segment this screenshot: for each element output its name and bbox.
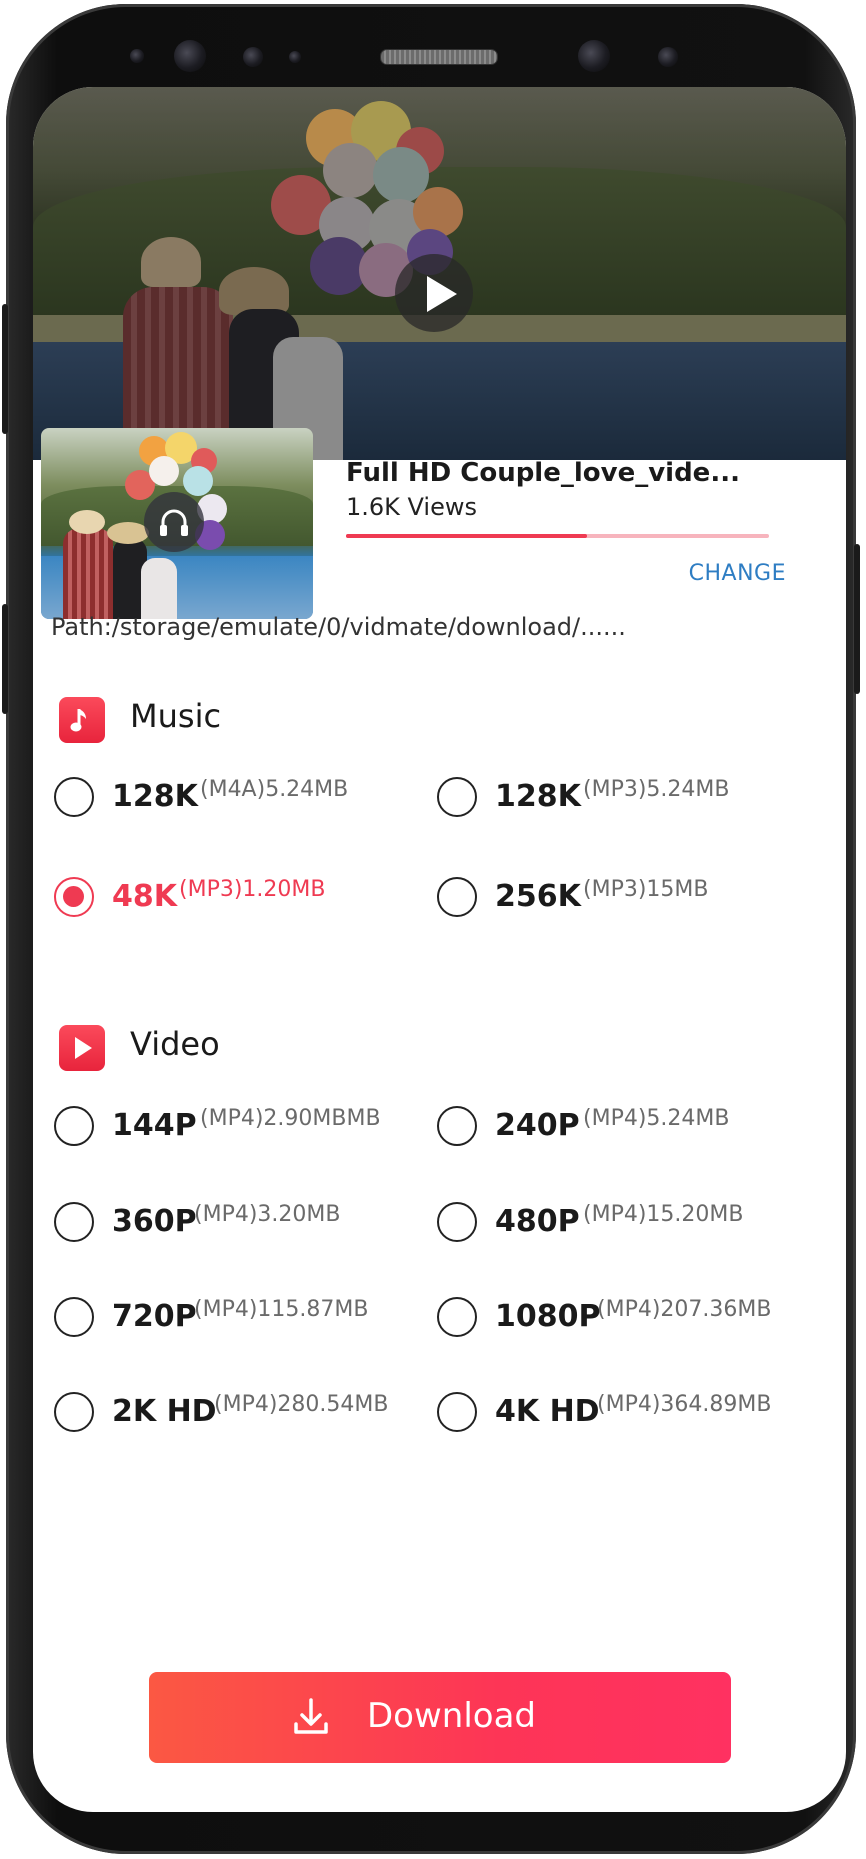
sensor-dot bbox=[130, 49, 144, 63]
music-note-icon bbox=[70, 709, 86, 732]
option-quality: 256K bbox=[495, 879, 581, 914]
iris-camera bbox=[578, 40, 610, 72]
headphones-icon bbox=[160, 509, 188, 536]
play-icon bbox=[427, 276, 457, 312]
radio-button-selected[interactable] bbox=[54, 877, 94, 917]
video-section-title: Video bbox=[130, 1025, 220, 1063]
download-icon bbox=[294, 1698, 328, 1734]
video-title: Full HD Couple_love_vide... bbox=[346, 458, 740, 488]
music-section-title: Music bbox=[130, 697, 222, 735]
music-option-256k-mp3[interactable]: 256K (MP3)15MB bbox=[437, 877, 767, 923]
app-screen: Full HD Couple_love_vide... 1.6K Views C… bbox=[33, 87, 846, 1812]
thumb-hat-man bbox=[69, 510, 105, 534]
hat-man bbox=[141, 237, 201, 287]
music-option-128k-mp3[interactable]: 128K (MP3)5.24MB bbox=[437, 777, 767, 823]
download-progress-fill bbox=[346, 534, 588, 538]
bixby-button bbox=[2, 604, 8, 714]
video-option-480p[interactable]: 480P (MP4)15.20MB bbox=[437, 1202, 767, 1248]
radio-button[interactable] bbox=[54, 1392, 94, 1432]
music-option-48k-mp3[interactable]: 48K (MP3)1.20MB bbox=[54, 877, 354, 923]
radio-button[interactable] bbox=[437, 877, 477, 917]
download-button[interactable]: Download bbox=[149, 1672, 731, 1763]
option-detail: (MP4)5.24MB bbox=[583, 1106, 730, 1131]
video-thumbnail bbox=[41, 428, 313, 619]
radio-dot bbox=[63, 886, 84, 907]
video-views: 1.6K Views bbox=[346, 493, 477, 521]
option-quality: 4K HD bbox=[495, 1394, 600, 1429]
play-icon bbox=[75, 1037, 92, 1059]
option-quality: 2K HD bbox=[112, 1394, 217, 1429]
option-quality: 360P bbox=[112, 1204, 197, 1239]
video-option-360p[interactable]: 360P (MP4)3.20MB bbox=[54, 1202, 384, 1248]
radio-button[interactable] bbox=[54, 1202, 94, 1242]
music-section-icon bbox=[59, 697, 105, 743]
video-option-144p[interactable]: 144P (MP4)2.90MBMB bbox=[54, 1106, 384, 1152]
option-quality: 1080P bbox=[495, 1299, 601, 1334]
radio-button[interactable] bbox=[437, 1202, 477, 1242]
video-option-4k-hd[interactable]: 4K HD (MP4)364.89MB bbox=[437, 1392, 787, 1438]
option-detail: (MP4)115.87MB bbox=[194, 1297, 369, 1322]
option-quality: 480P bbox=[495, 1204, 580, 1239]
option-detail: (MP3)5.24MB bbox=[583, 777, 730, 802]
thumb-man bbox=[63, 528, 113, 619]
radio-button[interactable] bbox=[54, 1297, 94, 1337]
iris-sensor bbox=[658, 47, 678, 67]
proximity-sensor bbox=[243, 47, 263, 67]
option-detail: (MP4)3.20MB bbox=[194, 1202, 341, 1227]
option-detail: (MP3)15MB bbox=[583, 877, 709, 902]
download-path: Path:/storage/emulate/0/vidmate/download… bbox=[51, 613, 626, 641]
video-option-240p[interactable]: 240P (MP4)5.24MB bbox=[437, 1106, 767, 1152]
option-quality: 48K bbox=[112, 879, 177, 914]
video-option-720p[interactable]: 720P (MP4)115.87MB bbox=[54, 1297, 384, 1343]
video-option-1080p[interactable]: 1080P (MP4)207.36MB bbox=[437, 1297, 787, 1343]
thumb-hat-woman bbox=[107, 522, 149, 544]
video-option-2k-hd[interactable]: 2K HD (MP4)280.54MB bbox=[54, 1392, 404, 1438]
volume-button bbox=[2, 304, 8, 434]
power-button bbox=[854, 544, 860, 694]
option-quality: 240P bbox=[495, 1108, 580, 1143]
option-detail: (MP4)207.36MB bbox=[597, 1297, 772, 1322]
option-quality: 128K bbox=[495, 779, 581, 814]
option-detail: (MP4)280.54MB bbox=[214, 1392, 389, 1417]
option-detail: (MP4)2.90MBMB bbox=[200, 1106, 381, 1131]
option-detail: (M4A)5.24MB bbox=[200, 777, 349, 802]
radio-button[interactable] bbox=[437, 1106, 477, 1146]
download-progress bbox=[346, 534, 769, 538]
light-sensor bbox=[289, 51, 301, 63]
option-detail: (MP4)15.20MB bbox=[583, 1202, 744, 1227]
video-section-icon bbox=[59, 1025, 105, 1071]
hat-woman bbox=[219, 267, 289, 315]
option-detail: (MP3)1.20MB bbox=[179, 877, 326, 902]
video-player[interactable] bbox=[33, 87, 846, 460]
radio-button[interactable] bbox=[54, 777, 94, 817]
option-quality: 720P bbox=[112, 1299, 197, 1334]
change-path-button[interactable]: CHANGE bbox=[689, 561, 786, 586]
phone-frame: Full HD Couple_love_vide... 1.6K Views C… bbox=[2, 4, 860, 1854]
music-option-128k-m4a[interactable]: 128K (M4A)5.24MB bbox=[54, 777, 354, 823]
radio-button[interactable] bbox=[437, 1297, 477, 1337]
balloon bbox=[149, 456, 179, 486]
option-detail: (MP4)364.89MB bbox=[597, 1392, 772, 1417]
earpiece-speaker bbox=[380, 49, 498, 65]
radio-button[interactable] bbox=[54, 1106, 94, 1146]
front-camera bbox=[174, 40, 206, 72]
download-label: Download bbox=[367, 1696, 537, 1736]
radio-button[interactable] bbox=[437, 1392, 477, 1432]
option-quality: 128K bbox=[112, 779, 198, 814]
option-quality: 144P bbox=[112, 1108, 197, 1143]
thumb-dress bbox=[141, 558, 177, 619]
radio-button[interactable] bbox=[437, 777, 477, 817]
headphones-badge bbox=[144, 492, 204, 552]
play-button[interactable] bbox=[395, 254, 473, 332]
balloon bbox=[323, 143, 378, 198]
